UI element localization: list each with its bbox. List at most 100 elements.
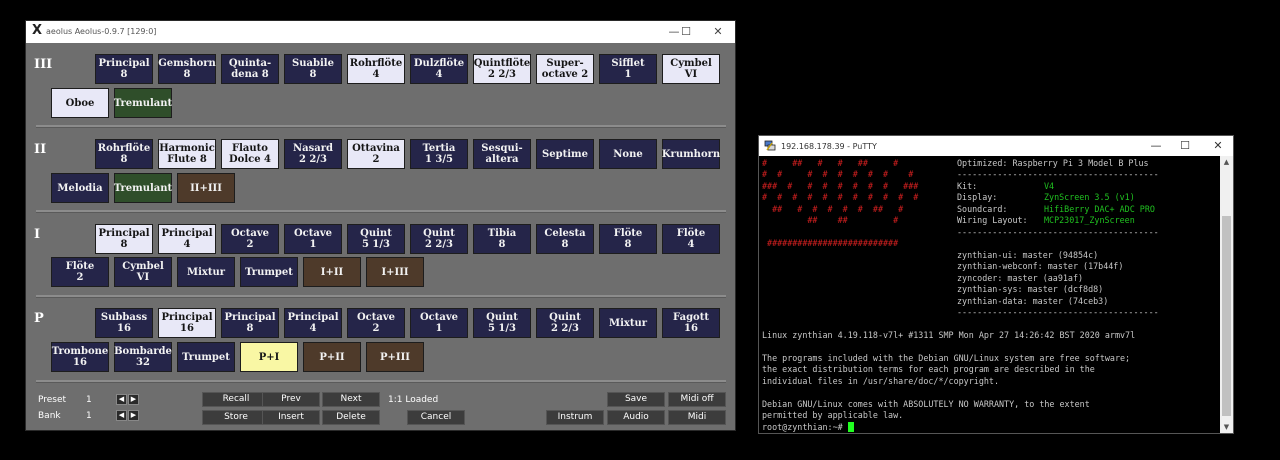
stop-button[interactable]: Gemshorn 8 — [158, 54, 216, 84]
stop-button[interactable]: Flöte 8 — [599, 224, 657, 254]
stop-button[interactable]: Quint 2 2/3 — [536, 308, 594, 338]
stop-button[interactable]: Suabile 8 — [284, 54, 342, 84]
stop-button[interactable]: Octave 2 — [347, 308, 405, 338]
stop-button[interactable]: Trumpet — [240, 257, 298, 287]
stop-button[interactable]: Super- octave 2 — [536, 54, 594, 84]
stop-button[interactable]: Tremulant — [114, 88, 172, 118]
stop-button[interactable]: Sifflet 1 — [599, 54, 657, 84]
stop-button[interactable]: P+III — [366, 342, 424, 372]
stop-button[interactable]: P+I — [240, 342, 298, 372]
audio-button[interactable]: Audio — [607, 410, 665, 425]
stop-button[interactable]: Principal 8 — [95, 224, 153, 254]
stop-button[interactable]: Bombarde 32 — [114, 342, 172, 372]
stop-button[interactable]: Flöte 4 — [662, 224, 720, 254]
terminal-area[interactable]: # ## # # ## # # # # # # # # # # ### # # … — [762, 157, 1220, 433]
stop-button[interactable]: Sesqui- altera — [473, 139, 531, 169]
insert-button[interactable]: Insert — [262, 410, 320, 425]
store-button[interactable]: Store — [202, 410, 270, 425]
terminal-line: Optimized: Raspberry Pi 3 Model B Plus — [957, 158, 1149, 168]
putty-minimize-button[interactable]: — — [1145, 137, 1167, 155]
putty-titlebar[interactable]: 192.168.178.39 - PuTTY — ☐ ✕ — [759, 136, 1233, 156]
recall-button[interactable]: Recall — [202, 392, 270, 407]
preset-prev-arrow[interactable]: ◀ — [116, 394, 127, 405]
bank-next-arrow[interactable]: ▶ — [128, 410, 139, 421]
stop-button[interactable]: Trombone 16 — [51, 342, 109, 372]
division-label: P — [34, 311, 44, 326]
stop-button[interactable]: Krumhorn — [662, 139, 720, 169]
terminal-line: zynthian-data: master (74ceb3) — [957, 296, 1109, 306]
logo-line: ########################## — [762, 237, 919, 248]
stop-button[interactable]: Flauto Dolce 4 — [221, 139, 279, 169]
stop-button[interactable]: II+III — [177, 173, 235, 203]
putty-maximize-button[interactable]: ☐ — [1174, 137, 1196, 155]
stop-button[interactable]: Quint 2 2/3 — [410, 224, 468, 254]
stop-button[interactable]: Quinta- dena 8 — [221, 54, 279, 84]
aeolus-titlebar[interactable]: X aeolus Aeolus-0.9.7 [129:0] — ☐ ✕ — [26, 21, 735, 43]
stop-button[interactable]: Octave 2 — [221, 224, 279, 254]
stop-button[interactable]: Rohrflöte 8 — [95, 139, 153, 169]
close-button[interactable]: ✕ — [706, 23, 730, 41]
next-button[interactable]: Next — [322, 392, 380, 407]
division-label: I — [34, 227, 41, 242]
delete-button[interactable]: Delete — [322, 410, 380, 425]
stop-button[interactable]: Septime — [536, 139, 594, 169]
terminal-line: zyncoder: master (aa91af) — [957, 273, 1084, 283]
terminal-line: zynthian-webconf: master (17b44f) — [957, 261, 1124, 271]
stop-button[interactable]: Octave 1 — [410, 308, 468, 338]
prev-button[interactable]: Prev — [262, 392, 320, 407]
stop-button[interactable]: Quintflöte 2 2/3 — [473, 54, 531, 84]
stop-button[interactable]: Celesta 8 — [536, 224, 594, 254]
scroll-down-arrow[interactable]: ▼ — [1220, 421, 1233, 433]
stop-button[interactable]: Ottavina 2 — [347, 139, 405, 169]
stop-button[interactable]: Tremulant — [114, 173, 172, 203]
midi-button[interactable]: Midi — [668, 410, 726, 425]
maximize-button[interactable]: ☐ — [674, 23, 698, 41]
stop-button[interactable]: Rohrflöte 4 — [347, 54, 405, 84]
stop-button[interactable]: Octave 1 — [284, 224, 342, 254]
stop-button[interactable]: Quint 5 1/3 — [473, 308, 531, 338]
cancel-button[interactable]: Cancel — [407, 410, 465, 425]
terminal-line: ---------------------------------------- — [957, 307, 1159, 317]
terminal-prompt[interactable]: root@zynthian:~# — [762, 422, 854, 433]
stop-button[interactable]: I+II — [303, 257, 361, 287]
midi-off-button[interactable]: Midi off — [668, 392, 726, 407]
stop-button[interactable]: P+II — [303, 342, 361, 372]
stop-button[interactable]: Tertia 1 3/5 — [410, 139, 468, 169]
stop-button[interactable]: Cymbel VI — [114, 257, 172, 287]
stop-button[interactable]: Principal 16 — [158, 308, 216, 338]
save-button[interactable]: Save — [607, 392, 665, 407]
stop-button[interactable]: Principal 8 — [221, 308, 279, 338]
stop-button[interactable]: Principal 4 — [158, 224, 216, 254]
terminal-line: Soundcard: — [957, 204, 1008, 214]
stop-button[interactable]: Oboe — [51, 88, 109, 118]
stop-button[interactable]: Principal 8 — [95, 54, 153, 84]
terminal-line: Wiring Layout: — [957, 215, 1028, 225]
instrum-button[interactable]: Instrum — [546, 410, 604, 425]
stop-button[interactable]: Mixtur — [177, 257, 235, 287]
stop-button[interactable]: Fagott 16 — [662, 308, 720, 338]
division-separator — [36, 380, 726, 383]
stop-button[interactable]: Flöte 2 — [51, 257, 109, 287]
preset-next-arrow[interactable]: ▶ — [128, 394, 139, 405]
stop-button[interactable]: Tibia 8 — [473, 224, 531, 254]
terminal-line: ---------------------------------------- — [957, 227, 1159, 237]
stop-button[interactable]: None — [599, 139, 657, 169]
bank-prev-arrow[interactable]: ◀ — [116, 410, 127, 421]
stop-button[interactable]: Subbass 16 — [95, 308, 153, 338]
stop-button[interactable]: Harmonic Flute 8 — [158, 139, 216, 169]
stop-button[interactable]: Trumpet — [177, 342, 235, 372]
putty-close-button[interactable]: ✕ — [1207, 137, 1229, 155]
scroll-up-arrow[interactable]: ▲ — [1220, 156, 1233, 168]
stop-button[interactable]: Mixtur — [599, 308, 657, 338]
terminal-scrollbar[interactable]: ▲ ▼ — [1220, 156, 1233, 433]
stop-button[interactable]: Principal 4 — [284, 308, 342, 338]
x11-app-icon: X — [31, 23, 43, 38]
terminal-line: Kit: — [957, 181, 978, 191]
scrollbar-thumb[interactable] — [1222, 216, 1231, 416]
stop-button[interactable]: Melodia — [51, 173, 109, 203]
stop-button[interactable]: Quint 5 1/3 — [347, 224, 405, 254]
stop-button[interactable]: I+III — [366, 257, 424, 287]
stop-button[interactable]: Nasard 2 2/3 — [284, 139, 342, 169]
stop-button[interactable]: Dulzflöte 4 — [410, 54, 468, 84]
stop-button[interactable]: Cymbel VI — [662, 54, 720, 84]
